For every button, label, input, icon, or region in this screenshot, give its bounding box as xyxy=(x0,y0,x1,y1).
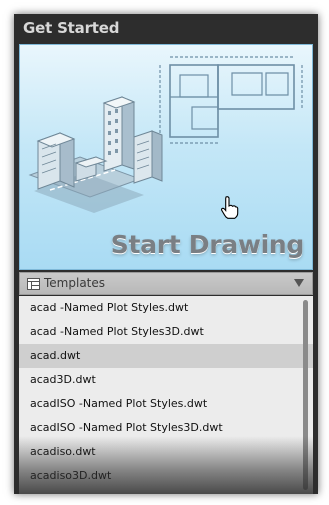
template-item[interactable]: acad -Named Plot Styles.dwt xyxy=(19,296,313,320)
list-scrollbar[interactable] xyxy=(303,300,308,490)
floor-plan-illustration xyxy=(159,56,303,144)
templates-list[interactable]: acad -Named Plot Styles.dwt acad -Named … xyxy=(19,296,313,494)
city-blocks-illustration xyxy=(28,96,163,213)
template-item[interactable]: acadISO -Named Plot Styles3D.dwt xyxy=(19,416,313,440)
templates-label: Templates xyxy=(44,276,106,290)
get-started-panel: Get Started Start Drawing Templates acad… xyxy=(14,14,318,494)
templates-dropdown[interactable]: Templates xyxy=(19,272,313,295)
template-item[interactable]: acadISO -Named Plot Styles.dwt xyxy=(19,392,313,416)
dropdown-arrow-icon[interactable] xyxy=(294,279,304,287)
start-drawing-label: Start Drawing xyxy=(110,230,305,259)
hand-pointer-icon xyxy=(220,196,239,219)
template-item[interactable]: acad -Named Plot Styles3D.dwt xyxy=(19,320,313,344)
template-item[interactable]: acadiso.dwt xyxy=(19,440,313,464)
template-item[interactable]: acad3D.dwt xyxy=(19,368,313,392)
start-drawing-tile[interactable]: Start Drawing xyxy=(19,44,313,270)
template-item[interactable]: acadiso3D.dwt xyxy=(19,464,313,488)
template-list-icon xyxy=(27,278,40,290)
panel-title: Get Started xyxy=(23,19,120,37)
template-item-selected[interactable]: acad.dwt xyxy=(19,344,313,368)
